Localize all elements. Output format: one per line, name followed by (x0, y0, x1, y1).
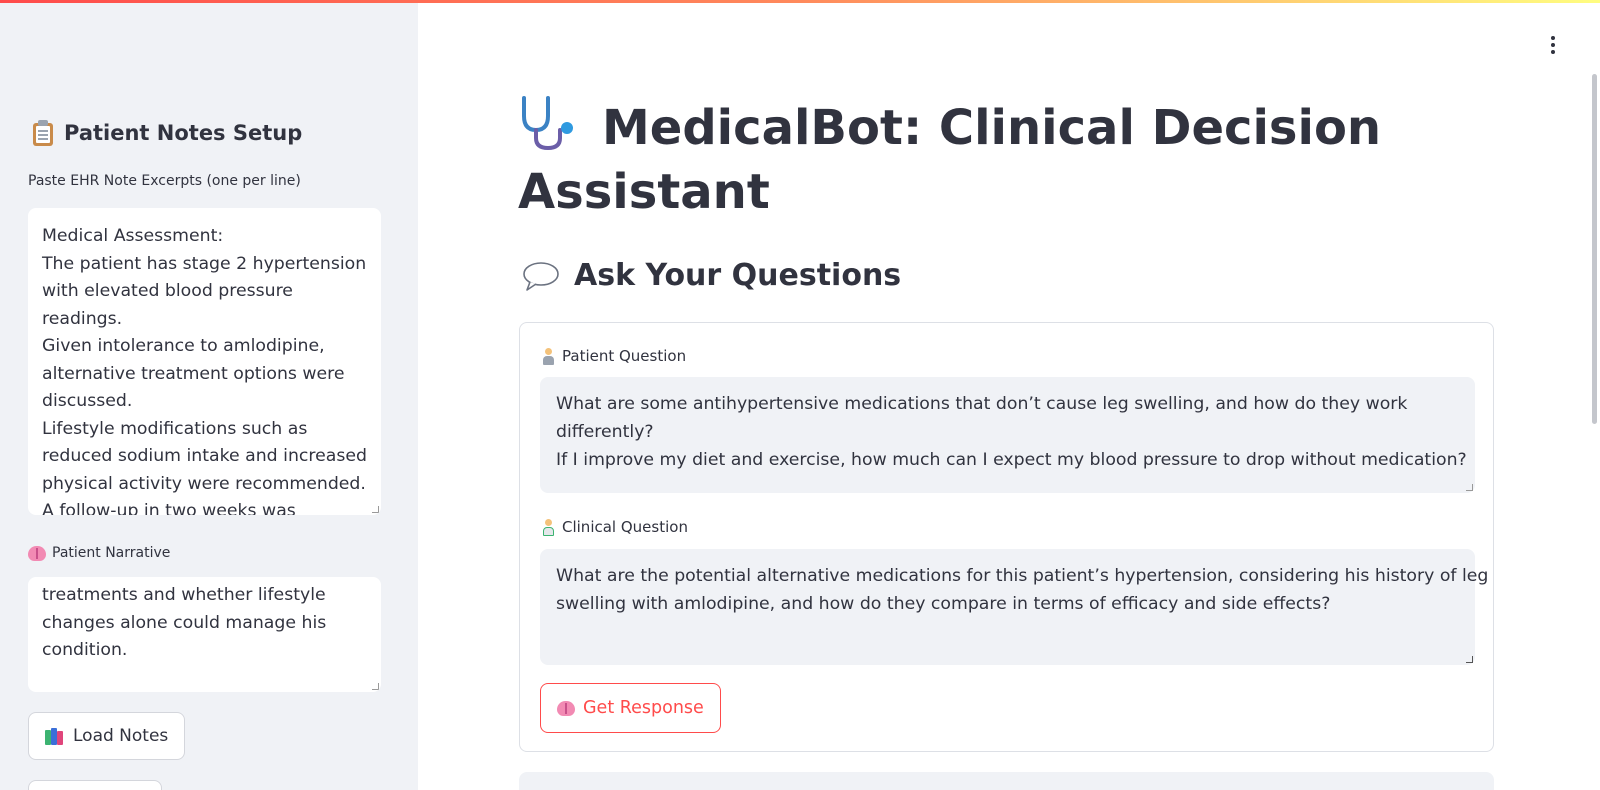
section-heading: Ask Your Questions (522, 258, 901, 293)
brain-icon (28, 545, 46, 561)
ehr-notes-textarea[interactable]: Medical Assessment: The patient has stag… (28, 208, 381, 515)
main-menu-icon[interactable] (1549, 36, 1557, 56)
speech-bubble-icon (523, 261, 559, 291)
top-decoration-bar (0, 0, 1600, 3)
clinical-question-textarea[interactable]: What are the potential alternative medic… (540, 549, 1488, 665)
scrollbar[interactable] (1592, 74, 1597, 424)
ehr-notes-label: Paste EHR Note Excerpts (one per line) (28, 173, 301, 189)
stethoscope-icon (522, 96, 573, 150)
secondary-button[interactable] (28, 780, 162, 790)
patient-question-label: Patient Question (542, 347, 686, 365)
clipboard-icon (32, 120, 54, 146)
page-title: MedicalBot: Clinical Decision Assistant (518, 94, 1518, 224)
response-container (519, 772, 1494, 790)
patient-icon (542, 347, 555, 365)
get-response-button[interactable]: Get Response (540, 683, 721, 733)
sidebar-title: Patient Notes Setup (64, 121, 303, 145)
doctor-icon (542, 518, 555, 536)
patient-narrative-label: Patient Narrative (28, 545, 170, 561)
resize-grip-icon[interactable] (1466, 656, 1473, 663)
sidebar: Patient Notes Setup Paste EHR Note Excer… (0, 0, 418, 790)
patient-question-textarea[interactable]: What are some antihypertensive medicatio… (540, 377, 1475, 493)
patient-narrative-textarea[interactable]: treatments and whether lifestyle changes… (28, 577, 381, 692)
resize-grip-icon[interactable] (372, 506, 379, 513)
books-icon (45, 727, 65, 745)
question-form: Patient Question What are some antihyper… (519, 322, 1494, 752)
resize-grip-icon[interactable] (372, 683, 379, 690)
brain-icon (557, 700, 575, 716)
clinical-question-label: Clinical Question (542, 518, 688, 536)
load-notes-button[interactable]: Load Notes (28, 712, 186, 760)
sidebar-header: Patient Notes Setup (32, 120, 302, 146)
resize-grip-icon[interactable] (1466, 484, 1473, 491)
